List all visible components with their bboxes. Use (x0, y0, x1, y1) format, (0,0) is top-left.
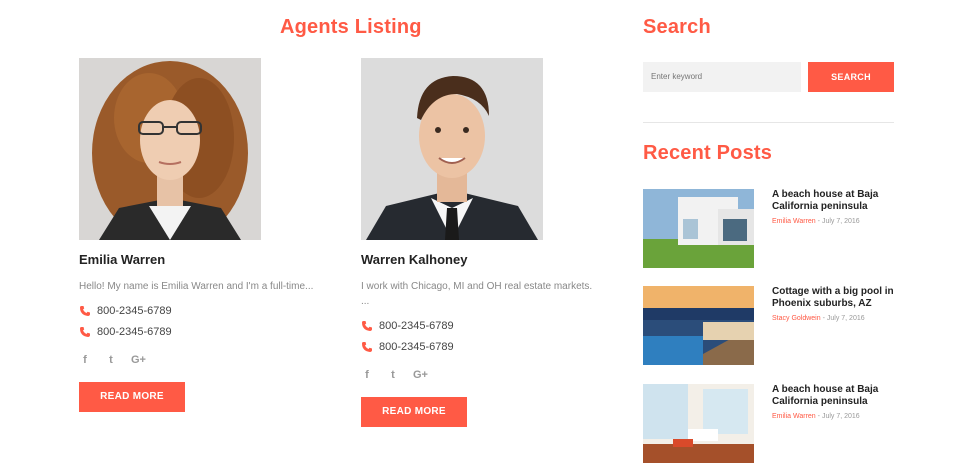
agent-name[interactable]: Warren Kalhoney (361, 252, 621, 267)
post-author[interactable]: Emilia Warren (772, 218, 816, 225)
divider (643, 122, 894, 123)
phone-row[interactable]: 800-2345-6789 (79, 300, 339, 321)
phone-number: 800-2345-6789 (97, 304, 172, 317)
facebook-icon[interactable]: f (79, 354, 91, 366)
phone-row[interactable]: 800-2345-6789 (361, 336, 621, 357)
post-author[interactable]: Stacy Goldwein (772, 315, 821, 322)
social-links: f t G+ (79, 352, 339, 368)
post-date: July 7, 2016 (821, 218, 860, 225)
post-title[interactable]: Cottage with a big pool in Phoenix subur… (772, 286, 898, 310)
phone-icon (80, 326, 90, 337)
agent-photo[interactable] (79, 58, 261, 240)
agent-photo[interactable] (361, 58, 543, 240)
twitter-icon[interactable]: t (387, 369, 399, 381)
post-title[interactable]: A beach house at Baja California peninsu… (772, 384, 898, 408)
search-title: Search (643, 16, 711, 38)
recent-post-item[interactable]: Cottage with a big pool in Phoenix subur… (643, 286, 898, 366)
phone-icon (362, 320, 372, 331)
recent-post-item[interactable]: A beach house at Baja California peninsu… (643, 189, 898, 269)
post-date: July 7, 2016 (826, 315, 865, 322)
agents-listing-title: Agents Listing (280, 16, 422, 38)
recent-post-item[interactable]: A beach house at Baja California peninsu… (643, 384, 898, 464)
phone-row[interactable]: 800-2345-6789 (361, 315, 621, 336)
phone-icon (362, 341, 372, 352)
agent-name[interactable]: Emilia Warren (79, 252, 339, 267)
agent-bio: I work with Chicago, MI and OH real esta… (361, 279, 621, 309)
search-button[interactable]: SEARCH (808, 62, 894, 92)
read-more-button[interactable]: READ MORE (361, 397, 467, 427)
phone-list: 800-2345-6789 800-2345-6789 (79, 300, 339, 342)
facebook-icon[interactable]: f (361, 369, 373, 381)
agent-bio-text: I work with Chicago, MI and OH real esta… (361, 281, 593, 292)
post-meta: Stacy Goldwein - July 7, 2016 (772, 315, 865, 322)
post-author[interactable]: Emilia Warren (772, 413, 816, 420)
twitter-icon[interactable]: t (105, 354, 117, 366)
google-plus-icon[interactable]: G+ (131, 354, 146, 366)
phone-number: 800-2345-6789 (97, 325, 172, 338)
search-input[interactable] (643, 62, 801, 92)
agent-bio-text: Hello! My name is Emilia Warren and I'm … (79, 281, 314, 292)
phone-number: 800-2345-6789 (379, 340, 454, 353)
phone-list: 800-2345-6789 800-2345-6789 (361, 315, 621, 357)
phone-icon (80, 305, 90, 316)
recent-posts-title: Recent Posts (643, 142, 773, 164)
post-meta: Emilia Warren - July 7, 2016 (772, 413, 860, 420)
post-thumbnail[interactable] (643, 384, 754, 463)
phone-number: 800-2345-6789 (379, 319, 454, 332)
post-date: July 7, 2016 (821, 413, 860, 420)
post-title[interactable]: A beach house at Baja California peninsu… (772, 189, 898, 213)
agent-bio: Hello! My name is Emilia Warren and I'm … (79, 279, 339, 294)
phone-row[interactable]: 800-2345-6789 (79, 321, 339, 342)
agent-card: Warren Kalhoney I work with Chicago, MI … (361, 58, 621, 427)
post-thumbnail[interactable] (643, 286, 754, 365)
agent-card: Emilia Warren Hello! My name is Emilia W… (79, 58, 339, 412)
post-meta: Emilia Warren - July 7, 2016 (772, 218, 860, 225)
agent-bio-extra: ... (361, 296, 370, 307)
google-plus-icon[interactable]: G+ (413, 369, 428, 381)
post-thumbnail[interactable] (643, 189, 754, 268)
social-links: f t G+ (361, 367, 621, 383)
read-more-button[interactable]: READ MORE (79, 382, 185, 412)
